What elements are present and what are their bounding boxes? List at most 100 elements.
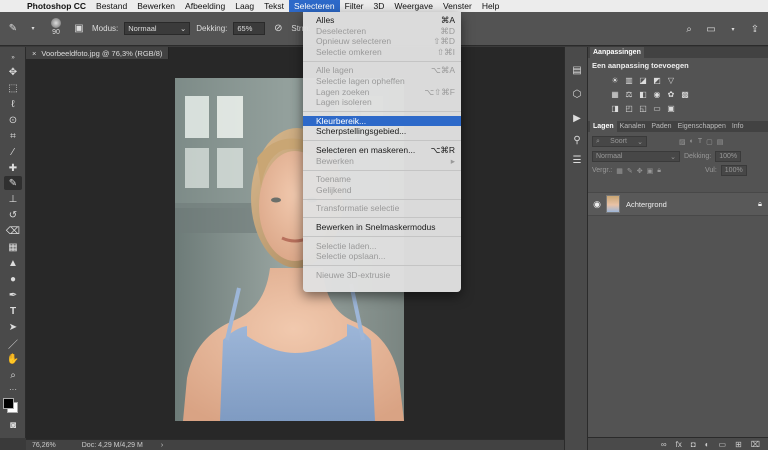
blend-mode-select[interactable]: Normaal ⌄: [592, 151, 680, 162]
menu-weergave[interactable]: Weergave: [389, 0, 438, 12]
line-tool-icon[interactable]: ／: [4, 336, 22, 351]
exposure-icon[interactable]: ◩: [652, 76, 662, 86]
play-actions-icon[interactable]: ▶: [570, 111, 584, 125]
black-white-icon[interactable]: ◧: [638, 90, 648, 100]
menu-3d[interactable]: 3D: [369, 0, 390, 12]
move-tool-icon[interactable]: ✥: [4, 65, 22, 79]
chevron-right-icon[interactable]: ›: [161, 442, 163, 449]
menu-laag[interactable]: Laag: [230, 0, 259, 12]
threshold-icon[interactable]: ◱: [638, 104, 648, 114]
search-icon[interactable]: ⌕: [682, 21, 696, 37]
fx-icon[interactable]: fx: [676, 440, 682, 449]
dodge-tool-icon[interactable]: ●: [4, 272, 22, 286]
layer-opacity-field[interactable]: 100%: [715, 151, 742, 162]
brightness-contrast-icon[interactable]: ☀: [610, 76, 620, 86]
color-balance-icon[interactable]: ⚖: [624, 90, 634, 100]
close-icon[interactable]: ×: [32, 49, 36, 58]
menu-bewerken[interactable]: Bewerken: [132, 0, 180, 12]
hand-tool-icon[interactable]: ✋: [4, 352, 22, 366]
zoom-tool-icon[interactable]: ⌕: [4, 368, 22, 382]
menu-venster[interactable]: Venster: [438, 0, 477, 12]
levels-icon[interactable]: ▥: [624, 76, 634, 86]
collapse-icon[interactable]: »: [4, 51, 22, 65]
blur-tool-icon[interactable]: ▲: [4, 256, 22, 270]
clone-stamp-tool-icon[interactable]: ⊥: [4, 192, 22, 206]
tab-layers[interactable]: Lagen: [590, 121, 617, 132]
filter-type-icon[interactable]: T: [698, 138, 702, 145]
crop-tool-icon[interactable]: ⌗: [4, 129, 22, 143]
opacity-field[interactable]: 65%: [233, 22, 266, 35]
type-tool-icon[interactable]: T: [4, 304, 22, 318]
color-lookup-icon[interactable]: ▩: [680, 90, 690, 100]
filter-smart-icon[interactable]: ▤: [717, 138, 724, 146]
new-group-icon[interactable]: ▭: [719, 440, 727, 449]
zoom-level[interactable]: 76,26%: [32, 442, 56, 449]
tab-info[interactable]: Info: [729, 121, 747, 132]
menu-photoshop-cc[interactable]: Photoshop CC: [22, 0, 91, 12]
foreground-color-swatch[interactable]: [3, 398, 14, 409]
filter-adjustment-icon[interactable]: ◐: [690, 138, 694, 145]
brush-preset-picker[interactable]: 90: [46, 17, 66, 40]
lock-all-icon[interactable]: 🔒︎: [657, 167, 661, 175]
lock-position-icon[interactable]: ✥: [637, 167, 643, 175]
menu-item[interactable]: Selecteren en maskeren... ⌥⌘R: [303, 145, 461, 156]
hue-saturation-icon[interactable]: ▦: [610, 90, 620, 100]
filter-shape-icon[interactable]: ▢: [706, 138, 713, 146]
menu-item[interactable]: Alles ⌘A: [303, 15, 461, 26]
visibility-eye-icon[interactable]: ◉: [588, 199, 606, 210]
gradient-map-icon[interactable]: ▭: [652, 104, 662, 114]
layer-kind-filter[interactable]: ⌕ Soort ⌄: [592, 136, 647, 147]
posterize-icon[interactable]: ◰: [624, 104, 634, 114]
lock-artboard-icon[interactable]: ▣: [647, 167, 654, 175]
pen-tool-icon[interactable]: ✒: [4, 288, 22, 302]
menu-afbeelding[interactable]: Afbeelding: [180, 0, 230, 12]
clone-source-icon[interactable]: ⚲: [570, 133, 584, 147]
quick-selection-tool-icon[interactable]: ⊙: [4, 113, 22, 127]
vibrance-icon[interactable]: ▽: [666, 76, 676, 86]
more-tools-icon[interactable]: ···: [4, 382, 22, 396]
dropdown-arrow-icon[interactable]: ▾: [726, 21, 740, 37]
menu-tekst[interactable]: Tekst: [259, 0, 289, 12]
menu-bestand[interactable]: Bestand: [91, 0, 132, 12]
tab-channels[interactable]: Kanalen: [617, 121, 649, 132]
healing-brush-tool-icon[interactable]: ✚: [4, 161, 22, 175]
photo-filter-icon[interactable]: ◉: [652, 90, 662, 100]
3d-panel-icon[interactable]: ⬡: [570, 87, 584, 101]
lock-transparency-icon[interactable]: ▦: [616, 167, 623, 175]
add-mask-icon[interactable]: ◘: [691, 440, 696, 449]
gradient-tool-icon[interactable]: ▦: [4, 240, 22, 254]
lasso-tool-icon[interactable]: ℓ: [4, 97, 22, 111]
invert-icon[interactable]: ◨: [610, 104, 620, 114]
lock-pixels-icon[interactable]: ✎: [627, 167, 633, 175]
brush-tool-icon[interactable]: ✎: [4, 176, 22, 190]
tab-properties[interactable]: Eigenschappen: [675, 121, 729, 132]
history-brush-tool-icon[interactable]: ↺: [4, 208, 22, 222]
menu-item[interactable]: Bewerken in Snelmaskermodus: [303, 222, 461, 233]
menu-item[interactable]: Scherpstellingsgebied...: [303, 126, 461, 137]
brush-settings-panel-icon[interactable]: ▤: [570, 63, 584, 77]
tab-paths[interactable]: Paden: [648, 121, 674, 132]
marquee-tool-icon[interactable]: ⬚: [4, 81, 22, 95]
menu-filter[interactable]: Filter: [340, 0, 369, 12]
eyedropper-tool-icon[interactable]: ⁄: [4, 145, 22, 159]
fill-field[interactable]: 100%: [720, 165, 747, 176]
document-info[interactable]: Doc: 4,29 M/4,29 M: [82, 442, 143, 449]
pressure-opacity-icon[interactable]: ⊘: [271, 21, 285, 37]
menu-help[interactable]: Help: [477, 0, 504, 12]
selective-color-icon[interactable]: ▣: [666, 104, 676, 114]
path-selection-tool-icon[interactable]: ➤: [4, 320, 22, 334]
brush-settings-icon[interactable]: ▣: [72, 21, 86, 37]
trash-icon[interactable]: ⌧: [751, 440, 760, 449]
channel-mixer-icon[interactable]: ✿: [666, 90, 676, 100]
menu-selecteren[interactable]: Selecteren: [288, 0, 340, 12]
quick-mask-icon[interactable]: ◙: [4, 418, 22, 432]
filter-pixel-icon[interactable]: ▨: [679, 138, 686, 146]
tab-adjustments[interactable]: Aanpassingen: [590, 47, 644, 58]
workspace-icon[interactable]: ▭: [704, 21, 718, 37]
brush-tool-icon[interactable]: ✎: [6, 21, 20, 37]
new-adjustment-icon[interactable]: ◐: [705, 440, 710, 449]
layer-row[interactable]: ◉ Achtergrond 🔒︎: [588, 192, 768, 216]
new-layer-icon[interactable]: ⊞: [735, 440, 742, 449]
share-icon[interactable]: ⇪: [748, 21, 762, 37]
link-layers-icon[interactable]: ∞: [661, 440, 667, 449]
